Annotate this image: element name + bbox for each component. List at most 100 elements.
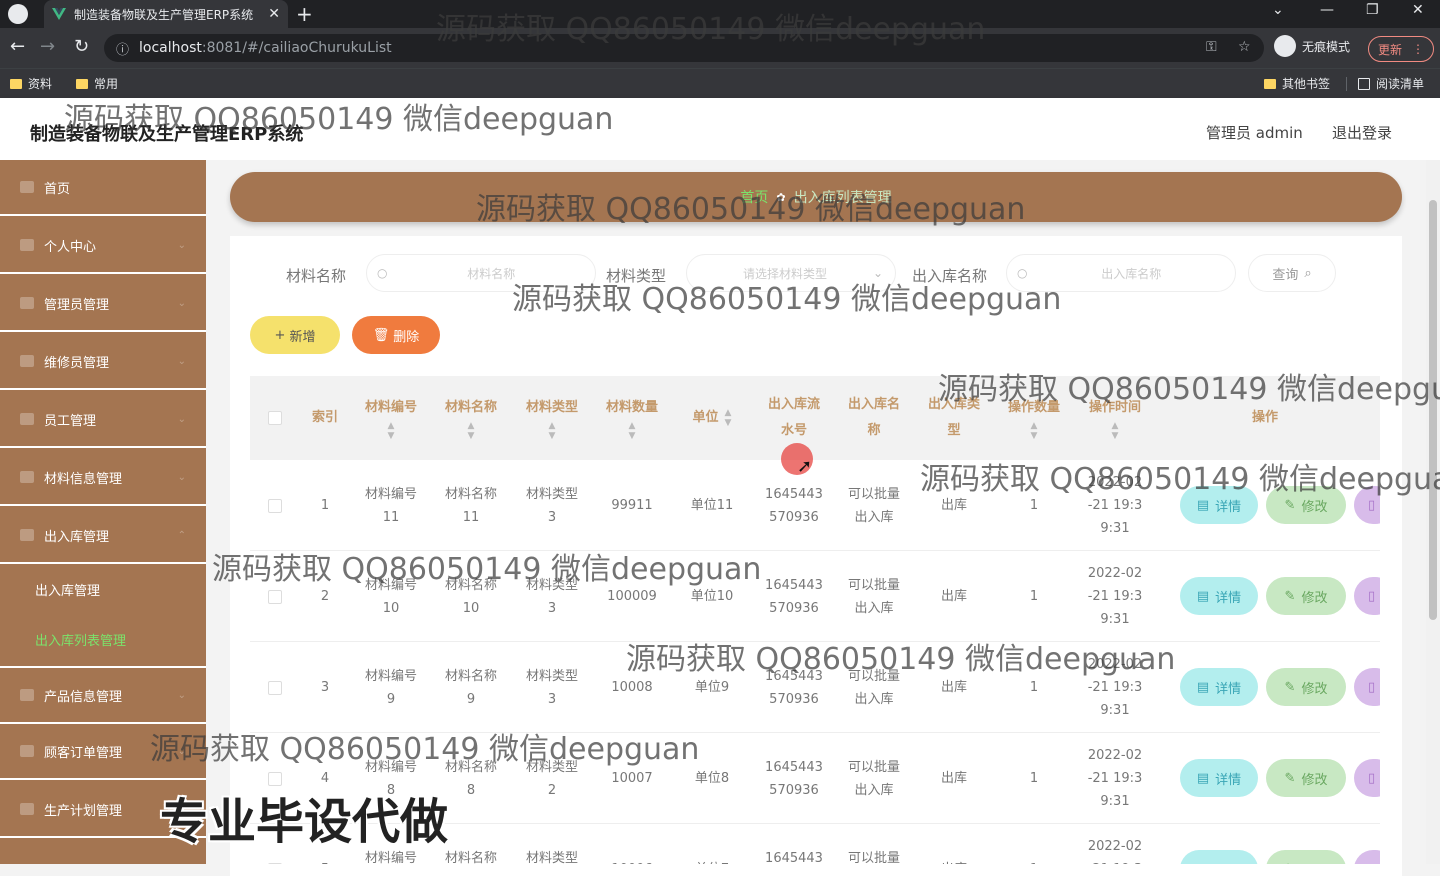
material-name-input[interactable]: ○ 材料名称 [366, 254, 596, 292]
sidebar: 首页 个人中心 ⌄ 管理员管理 ⌄ 维修员管理 ⌄ 员工管理 ⌄ 材料信息管理 ⌄ 出入库… [0, 160, 206, 864]
cell-serial: 1645443570936 [765, 759, 823, 798]
address-bar: ← → ↻ ⓘ localhost :8081/#/cailiaoChuruku… [0, 28, 1440, 68]
col-type[interactable]: 材料类型 ▲ ▼ [516, 376, 588, 460]
page-scrollbar[interactable] [1426, 160, 1440, 864]
reload-icon[interactable]: ↻ [74, 36, 89, 57]
key-icon[interactable]: ⚿ [1206, 39, 1217, 55]
delete-row-button[interactable]: ▯ [1354, 759, 1380, 797]
sidebar-item-orders[interactable]: 顾客订单管理 ⌄ [0, 724, 206, 780]
new-tab-icon[interactable]: + [296, 2, 313, 26]
order-icon [20, 745, 34, 757]
logout-link[interactable]: 退出登录 [1332, 122, 1392, 143]
edit-button[interactable]: ✎修改 [1266, 486, 1346, 524]
trash-icon: ▯ [1368, 588, 1376, 604]
bookmark-divider [1346, 77, 1347, 91]
sidebar-item-home[interactable]: 首页 [0, 160, 206, 216]
edit-button[interactable]: ✎修改 [1266, 577, 1346, 615]
col-actions: 操作 [1251, 410, 1278, 425]
delete-row-button[interactable]: ▯ [1354, 486, 1380, 524]
row-checkbox[interactable] [260, 642, 290, 733]
sidebar-item-profile[interactable]: 个人中心 ⌄ [0, 218, 206, 274]
sort-icon: ▲ ▼ [724, 408, 732, 428]
sidebar-item-label: 维修员管理 [44, 355, 110, 371]
cell-optime: 2022-02-21 19:39:31 [1087, 657, 1143, 718]
col-warehouse-name[interactable]: 出入库名称 [838, 376, 910, 460]
cell-opqty: 1 [1029, 498, 1039, 513]
bookmark-folder-ziliao[interactable]: 资料 [10, 75, 52, 92]
back-icon[interactable]: ← [10, 36, 25, 57]
edit-icon: ✎ [1284, 497, 1296, 513]
url-input[interactable]: ⓘ localhost :8081/#/cailiaoChurukuList ⚿… [104, 34, 1264, 62]
edit-button[interactable]: ✎修改 [1266, 668, 1346, 706]
cell-name: 材料名称10 [444, 577, 497, 616]
edit-button[interactable]: ✎修改 [1266, 759, 1346, 797]
browser-tab[interactable]: 制造装备物联及生产管理ERP系统 ✕ [44, 0, 288, 28]
browser-tab-strip: 制造装备物联及生产管理ERP系统 ✕ + ⌄ — ❐ ✕ [0, 0, 1440, 28]
cell-wname: 可以批量出入库 [847, 668, 900, 707]
col-code[interactable]: 材料编号 ▲ ▼ [356, 376, 426, 460]
col-qty[interactable]: 材料数量 ▲ ▼ [596, 376, 668, 460]
more-menu-icon: ⋮ [1412, 42, 1424, 56]
delete-row-button[interactable]: ▯ [1354, 577, 1380, 615]
close-window-icon[interactable]: ✕ [1412, 2, 1424, 18]
tab-close-icon[interactable]: ✕ [268, 6, 280, 22]
scrollbar-thumb[interactable] [1429, 200, 1437, 620]
sidebar-sub-inout-list[interactable]: 出入库列表管理 [0, 614, 206, 664]
sidebar-item-repair[interactable]: 维修员管理 ⌄ [0, 334, 206, 390]
sidebar-item-product[interactable]: 产品信息管理 ⌄ [0, 666, 206, 724]
maximize-icon[interactable]: ❐ [1366, 2, 1379, 18]
col-op-time[interactable]: 操作时间 ▲ ▼ [1080, 376, 1150, 460]
sidebar-item-label: 管理员管理 [44, 297, 110, 313]
sidebar-item-inout[interactable]: 出入库管理 ⌃ [0, 508, 206, 564]
detail-button[interactable]: ▤详情 [1180, 759, 1258, 797]
query-button[interactable]: 查询 ⌕ [1248, 254, 1336, 292]
sidebar-item-label: 材料信息管理 [44, 471, 123, 487]
detail-button[interactable]: ▤详情 [1180, 577, 1258, 615]
other-bookmarks[interactable]: 其他书签 [1264, 75, 1330, 92]
folder-icon [1264, 78, 1276, 89]
reading-list[interactable]: 阅读清单 [1358, 75, 1424, 92]
sidebar-item-staff[interactable]: 员工管理 ⌄ [0, 392, 206, 448]
cell-opqty: 1 [1029, 771, 1039, 786]
chrome-menu-icon[interactable] [8, 4, 28, 24]
sidebar-item-label: 顾客订单管理 [44, 745, 123, 761]
forward-icon[interactable]: → [40, 36, 55, 57]
add-button[interactable]: + 新增 [250, 316, 340, 354]
sort-icon: ▲ ▼ [548, 421, 556, 441]
col-warehouse-type[interactable]: 出入库类型 [918, 376, 990, 460]
site-info-icon[interactable]: ⓘ [116, 39, 129, 58]
cell-wname: 可以批量出入库 [847, 759, 900, 798]
cell-unit: 单位9 [694, 680, 730, 695]
cell-code: 材料编号10 [364, 577, 417, 616]
delete-row-button[interactable]: ▯ [1354, 850, 1380, 864]
update-button[interactable]: 更新 ⋮ [1368, 36, 1434, 62]
sidebar-item-material[interactable]: 材料信息管理 ⌄ [0, 450, 206, 506]
chevron-down-icon: ⌄ [177, 355, 186, 367]
detail-button[interactable]: ▤详情 [1180, 668, 1258, 706]
cell-optime: 2022-02-21 19:39:31 [1087, 748, 1143, 809]
edit-button[interactable]: ✎修改 [1266, 850, 1346, 864]
material-type-select[interactable]: 请选择材料类型 ⌄ [686, 254, 896, 292]
breadcrumb-home[interactable]: 首页 [740, 187, 768, 207]
minimize-icon[interactable]: — [1320, 2, 1334, 18]
delete-button[interactable]: 🗑 删除 [352, 316, 440, 354]
col-unit[interactable]: 单位 ▲ ▼ [676, 376, 748, 460]
tab-search-icon[interactable]: ⌄ [1272, 2, 1284, 18]
cell-type: 材料类型3 [525, 577, 578, 616]
bookmark-star-icon[interactable]: ☆ [1238, 39, 1251, 55]
col-index: 索引 [311, 410, 338, 425]
sidebar-sub-inout[interactable]: 出入库管理 [0, 564, 206, 614]
select-all-checkbox[interactable] [260, 376, 290, 460]
col-op-qty[interactable]: 操作数量 ▲ ▼ [998, 376, 1070, 460]
delete-row-button[interactable]: ▯ [1354, 668, 1380, 706]
bookmark-folder-changyong[interactable]: 常用 [76, 75, 118, 92]
detail-button[interactable]: ▤详情 [1180, 850, 1258, 864]
sidebar-item-admin[interactable]: 管理员管理 ⌄ [0, 276, 206, 332]
col-name[interactable]: 材料名称 ▲ ▼ [436, 376, 506, 460]
cell-wtype: 出库 [940, 680, 967, 695]
warehouse-name-input[interactable]: ○ 出入库名称 [1006, 254, 1236, 292]
row-checkbox[interactable] [260, 551, 290, 642]
incognito-profile[interactable]: 无痕模式 [1274, 35, 1350, 57]
detail-button[interactable]: ▤详情 [1180, 486, 1258, 524]
row-checkbox[interactable] [260, 460, 290, 551]
